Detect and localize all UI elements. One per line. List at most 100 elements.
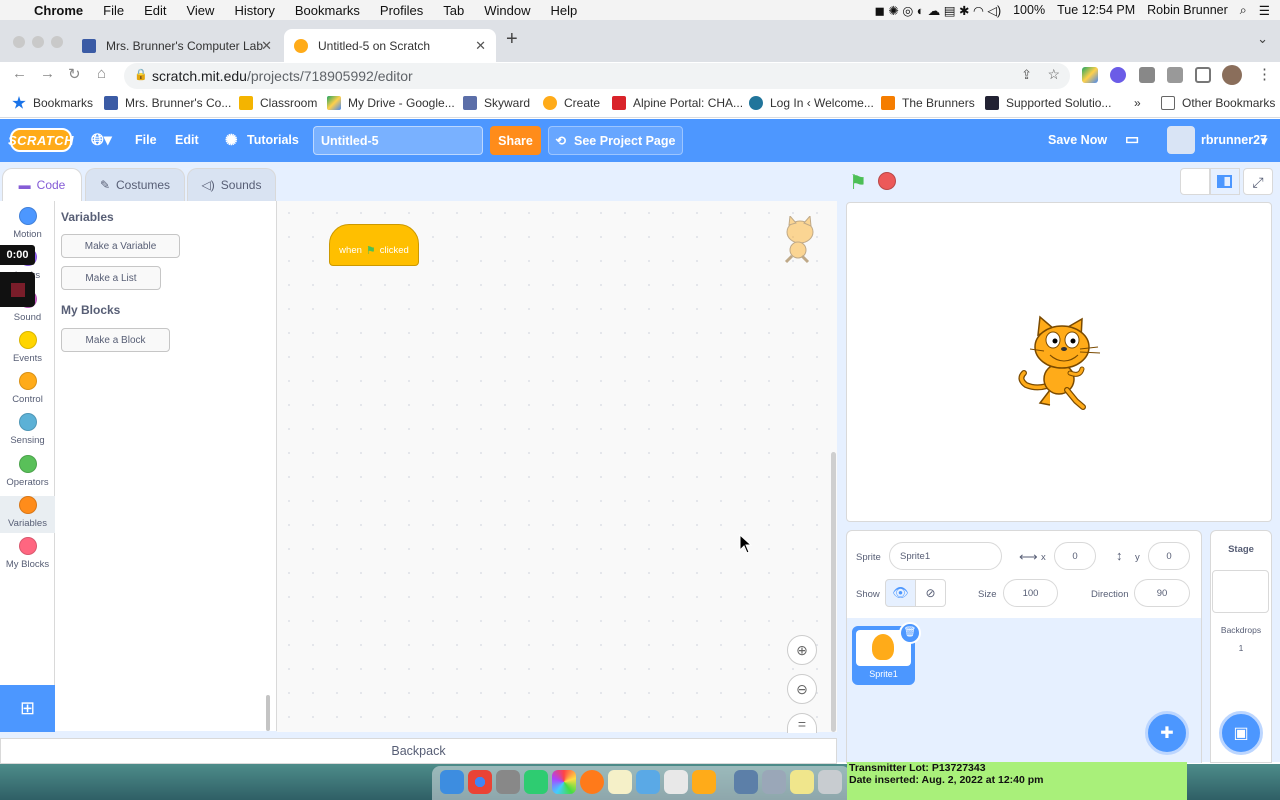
menu-history[interactable]: History [234,3,274,18]
control-center-icon[interactable]: ☰ [1259,3,1270,18]
choose-backdrop-button[interactable]: ▣ [1219,711,1263,755]
category-sensing[interactable]: Sensing [0,413,55,446]
tab-computer-lab[interactable]: Mrs. Brunner's Computer Lab ✕ [72,29,282,62]
tab-code[interactable]: ▬ Code [2,168,82,201]
my-stuff-folder-icon[interactable]: ▭ [1125,130,1139,148]
tutorials-button[interactable]: Tutorials [247,133,299,147]
bookmark-item[interactable]: Classroom [239,96,317,110]
category-events[interactable]: Events [0,331,55,364]
menu-help[interactable]: Help [551,3,578,18]
scratch-cat-sprite[interactable] [1010,315,1105,411]
delete-sprite-icon[interactable]: 🗑︎ [899,622,921,644]
palette-scrollbar[interactable] [266,695,270,731]
direction-input[interactable]: 90 [1134,579,1190,607]
facetime-icon[interactable] [524,770,548,794]
google-drive-extension-icon[interactable] [1082,67,1098,83]
home-icon[interactable]: ⌂ [97,65,106,82]
other-bookmarks[interactable]: Other Bookmarks [1161,96,1275,110]
bookmark-item[interactable]: The Brunners [881,96,975,110]
menu-view[interactable]: View [186,3,214,18]
x-position-input[interactable]: 0 [1054,542,1096,570]
menu-edit[interactable]: Edit [144,3,166,18]
bookmark-item[interactable]: Skyward [463,96,530,110]
sync-app-icon[interactable] [664,770,688,794]
add-extension-button[interactable]: ⊞ [0,685,55,732]
bookmark-star-icon[interactable]: ☆ [1047,66,1060,83]
status-icons[interactable]: ◼ ✺ ◎ ◐ ☁ ▤ ✱ ◠ ◁) [875,3,1002,18]
bookmark-item[interactable]: Create [543,96,600,110]
size-input[interactable]: 100 [1003,579,1058,607]
scratch-app-icon[interactable] [692,770,716,794]
fullscreen-icon[interactable]: ⤢ [1243,168,1273,195]
show-visible-button[interactable]: 👁︎ [885,579,916,607]
bookmark-item[interactable]: My Drive - Google... [327,96,455,110]
spotlight-icon[interactable]: ⌕ [1240,3,1247,18]
tab-sounds[interactable]: ◁) Sounds [187,168,276,201]
minimize-window-dot[interactable] [32,36,44,48]
category-motion[interactable]: Motion [0,207,55,240]
side-panel-icon[interactable] [1195,67,1211,83]
extension-icon[interactable] [1110,67,1126,83]
stage-thumbnail[interactable] [1212,570,1269,613]
save-now-button[interactable]: Save Now [1048,133,1107,147]
user-name[interactable]: Robin Brunner [1147,3,1228,17]
bookmark-item[interactable]: Log In ‹ Welcome... [749,96,874,110]
make-block-button[interactable]: Make a Block [61,328,170,352]
choose-sprite-button[interactable]: ✚ [1145,711,1189,755]
make-variable-button[interactable]: Make a Variable [61,234,180,258]
share-icon[interactable]: ⇪ [1021,67,1032,83]
show-hidden-button[interactable]: ⊘ [915,579,946,607]
category-variables[interactable]: Variables [0,496,55,533]
preview-icon[interactable] [636,770,660,794]
backpack-bar[interactable]: Backpack [0,738,837,764]
zoom-out-button[interactable]: ⊖ [787,674,817,704]
see-project-page-button[interactable]: ⟲ See Project Page [548,126,683,155]
zoom-window-dot[interactable] [51,36,63,48]
close-window-dot[interactable] [13,36,25,48]
chrome-menu-icon[interactable]: ⋮ [1257,65,1272,83]
chevron-down-icon[interactable]: ▾ [1261,133,1267,148]
when-flag-clicked-block[interactable]: when ⚑ clicked [329,224,419,266]
green-flag-button[interactable]: ⚑ [849,170,867,195]
forward-icon[interactable]: → [40,65,55,82]
y-position-input[interactable]: 0 [1148,542,1190,570]
bookmark-item[interactable]: Mrs. Brunner's Co... [104,96,231,110]
app-menu[interactable]: Chrome [34,3,83,18]
sprite-name-input[interactable]: Sprite1 [889,542,1002,570]
category-control[interactable]: Control [0,372,55,405]
make-list-button[interactable]: Make a List [61,266,161,290]
bookmark-item[interactable]: Alpine Portal: CHA... [612,96,743,110]
share-button[interactable]: Share [490,126,541,155]
address-bar[interactable]: 🔒 scratch.mit.edu/projects/718905992/edi… [124,63,1070,89]
tab-costumes[interactable]: ✎ Costumes [85,168,185,201]
menu-file[interactable]: File [103,3,124,18]
stop-recording-button[interactable] [0,272,35,307]
battery-label[interactable]: 100% [1013,3,1045,17]
menu-window[interactable]: Window [484,3,530,18]
zoom-in-button[interactable]: ⊕ [787,635,817,665]
notes-icon[interactable] [608,770,632,794]
reload-icon[interactable]: ↻ [68,65,81,83]
scratch-logo[interactable]: SCRATCH [8,128,74,152]
tab-scratch[interactable]: Untitled-5 on Scratch ✕ [284,29,496,62]
project-title-input[interactable]: Untitled-5 [313,126,483,155]
edit-menu[interactable]: Edit [175,133,199,147]
lightbulb-icon[interactable]: ✺ [225,131,238,149]
back-icon[interactable]: ← [12,65,27,82]
small-stage-button[interactable] [1180,168,1210,195]
bookmark-item[interactable]: Bookmarks [12,96,93,110]
launchpad-icon[interactable] [496,770,520,794]
bookmark-item[interactable]: Supported Solutio... [985,96,1111,110]
close-tab-icon[interactable]: ✕ [261,38,272,54]
menu-tab[interactable]: Tab [443,3,464,18]
downloads-stack-icon[interactable] [762,770,786,794]
code-workspace[interactable] [277,201,837,732]
documents-stack-icon[interactable] [790,770,814,794]
trash-icon[interactable] [818,770,842,794]
more-bookmarks-button[interactable]: » [1134,96,1141,110]
chrome-icon[interactable] [468,770,492,794]
grid-extension-icon[interactable] [1139,67,1155,83]
user-avatar[interactable] [1167,126,1195,154]
category-operators[interactable]: Operators [0,455,55,488]
profile-avatar[interactable] [1222,65,1242,85]
